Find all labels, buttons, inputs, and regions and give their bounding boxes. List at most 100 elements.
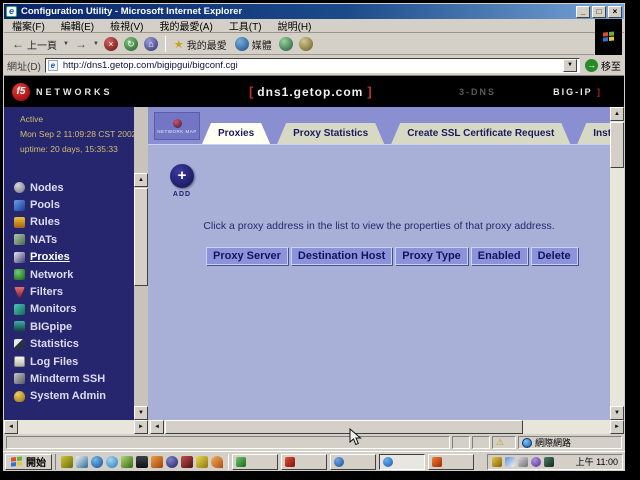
close-button[interactable]: ×: [608, 6, 622, 18]
quick-launch-icon-6[interactable]: [136, 456, 148, 468]
sidebar-item-log-files[interactable]: Log Files: [14, 353, 106, 370]
stop-button[interactable]: ×: [104, 37, 118, 51]
task-button-2[interactable]: [281, 454, 327, 470]
menu-item-favorites[interactable]: 我的最愛(A): [151, 18, 220, 33]
quick-launch-icon-8[interactable]: [166, 456, 178, 468]
zone-label: 網際網路: [535, 436, 571, 449]
tab-install-ssl-certificate[interactable]: Install SSL Certif: [577, 123, 610, 144]
content-hscroll-right-button[interactable]: ►: [610, 420, 624, 434]
quick-launch-icon-5[interactable]: [121, 456, 133, 468]
sidebar-item-bigpipe[interactable]: BIGpipe: [14, 318, 106, 335]
back-dropdown[interactable]: ▼: [61, 41, 71, 47]
sidebar-item-filters[interactable]: Filters: [14, 283, 106, 300]
quick-launch-bar: [55, 454, 229, 470]
desktop-screen: e Configuration Utility - Microsoft Inte…: [3, 3, 625, 471]
quick-launch-icon-10[interactable]: [196, 456, 208, 468]
sidebar-hscroll-left-button[interactable]: ◄: [4, 420, 18, 434]
tray-icon-5[interactable]: [544, 457, 554, 467]
favorites-button[interactable]: ★ 我的最愛: [170, 36, 231, 53]
sidebar-scroll-up-button[interactable]: ▲: [134, 173, 148, 187]
network-map-icon: [173, 119, 182, 128]
tray-icon-2[interactable]: [505, 457, 515, 467]
sidebar-item-label: Monitors: [30, 303, 76, 315]
sidebar-item-rules[interactable]: Rules: [14, 214, 106, 231]
forward-button[interactable]: →: [71, 36, 91, 52]
quick-launch-icon-2[interactable]: [76, 456, 88, 468]
globe-icon: [522, 438, 532, 448]
quick-launch-icon-11[interactable]: [211, 456, 223, 468]
network-map-button[interactable]: NETWORK MAP: [154, 112, 200, 140]
sidebar-item-pools[interactable]: Pools: [14, 196, 106, 213]
network-icon: [14, 269, 25, 280]
go-label: 移至: [601, 58, 621, 73]
quick-launch-icon-4[interactable]: [106, 456, 118, 468]
content-hscroll-thumb[interactable]: [165, 420, 523, 434]
tray-icon-4[interactable]: [531, 457, 541, 467]
start-button[interactable]: 開始: [5, 454, 52, 470]
mail-button[interactable]: [299, 37, 313, 51]
menu-item-tools[interactable]: 工具(T): [221, 18, 270, 33]
tray-icon-1[interactable]: [492, 457, 502, 467]
menu-item-help[interactable]: 說明(H): [270, 18, 320, 33]
home-button[interactable]: ⌂: [144, 37, 158, 51]
task-button-3[interactable]: [330, 454, 376, 470]
add-proxy-button[interactable]: +: [170, 164, 194, 188]
task-button-4-icon: [383, 457, 393, 467]
quick-launch-icon-3[interactable]: [91, 456, 103, 468]
sidebar-item-system-admin[interactable]: System Admin: [14, 388, 106, 405]
maximize-button[interactable]: □: [592, 6, 606, 18]
filters-icon: [14, 287, 25, 298]
tray-icon-3[interactable]: [518, 457, 528, 467]
statistics-icon: [14, 339, 25, 350]
forward-dropdown[interactable]: ▼: [91, 41, 101, 47]
tab-band: NETWORK MAP Proxies Proxy Statistics Cre…: [148, 107, 610, 145]
content-scroll-thumb[interactable]: [610, 122, 624, 168]
quick-launch-icon-1[interactable]: [61, 456, 73, 468]
sidebar-nav: Nodes Pools Rules NATs Proxies Network F…: [14, 179, 106, 405]
media-button[interactable]: 媒體: [231, 36, 276, 53]
address-input[interactable]: [61, 59, 563, 72]
table-header-delete: Delete: [531, 247, 578, 265]
status-warning-pane: ⚠: [492, 436, 516, 449]
menu-item-file[interactable]: 檔案(F): [4, 18, 53, 33]
task-button-5[interactable]: [428, 454, 474, 470]
quick-launch-icon-9[interactable]: [181, 456, 193, 468]
sidebar-item-mindterm-ssh[interactable]: Mindterm SSH: [14, 370, 106, 387]
back-button[interactable]: ← 上一頁: [8, 36, 61, 53]
log-files-icon: [14, 356, 25, 367]
sidebar-item-proxies[interactable]: Proxies: [14, 249, 106, 266]
history-button[interactable]: [279, 37, 293, 51]
task-button-1[interactable]: [232, 454, 278, 470]
content-scroll-down-button[interactable]: ▼: [610, 406, 624, 420]
quick-launch-icon-7[interactable]: [151, 456, 163, 468]
warning-icon: ⚠: [496, 438, 504, 447]
media-icon: [235, 37, 249, 51]
sidebar-hscroll-right-button[interactable]: ►: [134, 420, 148, 434]
address-dropdown[interactable]: ▼: [563, 59, 577, 72]
go-button[interactable]: → 移至: [585, 58, 621, 73]
mouse-cursor: [349, 428, 363, 446]
sidebar-scroll-down-button[interactable]: ▼: [134, 406, 148, 420]
sidebar-scroll-thumb[interactable]: [134, 188, 148, 286]
tab-strip: Proxies Proxy Statistics Create SSL Cert…: [202, 123, 610, 144]
back-label: 上一頁: [27, 37, 57, 52]
refresh-button[interactable]: ↻: [124, 37, 138, 51]
sidebar-item-network[interactable]: Network: [14, 266, 106, 283]
content-hscroll-left-button[interactable]: ◄: [150, 420, 164, 434]
sidebar-item-nodes[interactable]: Nodes: [14, 179, 106, 196]
task-button-4-active[interactable]: [379, 454, 425, 470]
product-bigip[interactable]: BIG-IP ]: [553, 87, 602, 97]
status-bar: ⚠ 網際網路: [4, 435, 624, 450]
content-scroll-up-button[interactable]: ▲: [610, 107, 624, 121]
minimize-button[interactable]: _: [576, 6, 590, 18]
tray-clock: 上午 11:00: [576, 455, 618, 468]
sidebar-item-nats[interactable]: NATs: [14, 231, 106, 248]
sidebar-item-statistics[interactable]: Statistics: [14, 336, 106, 353]
menu-item-edit[interactable]: 編輯(E): [53, 18, 102, 33]
product-3dns[interactable]: 3-DNS: [459, 87, 496, 97]
sidebar-item-monitors[interactable]: Monitors: [14, 301, 106, 318]
tab-create-ssl-certificate-request[interactable]: Create SSL Certificate Request: [391, 123, 570, 144]
tab-proxies[interactable]: Proxies: [202, 123, 270, 144]
menu-item-view[interactable]: 檢視(V): [102, 18, 151, 33]
tab-proxy-statistics[interactable]: Proxy Statistics: [277, 123, 384, 144]
